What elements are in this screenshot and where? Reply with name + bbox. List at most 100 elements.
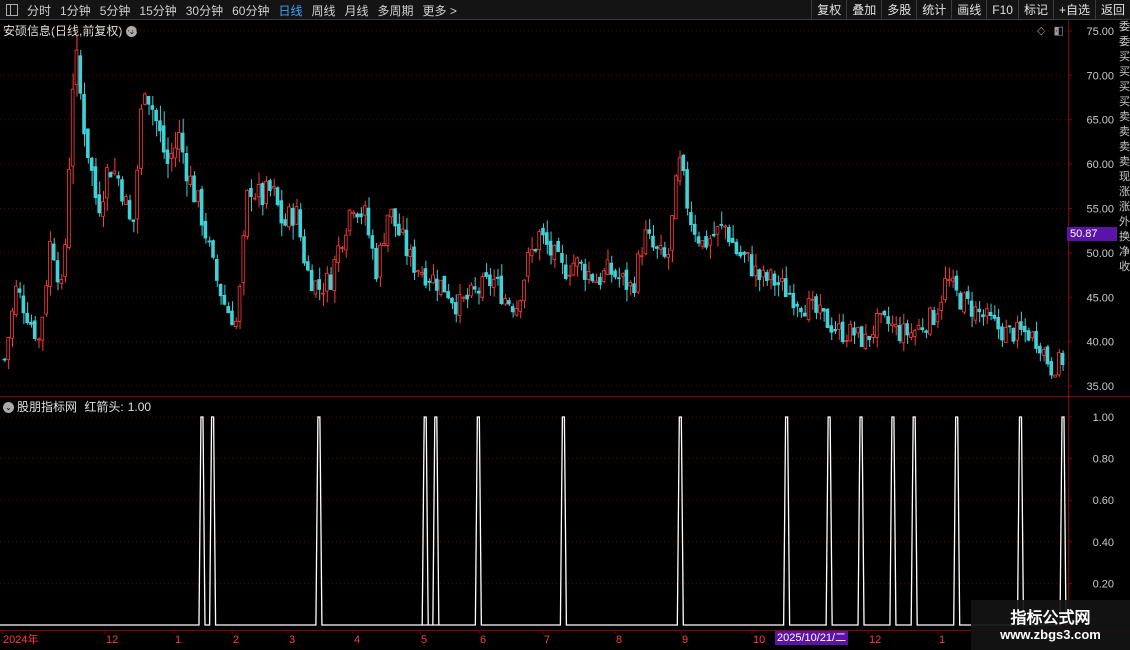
candle-body (381, 243, 386, 246)
candle-body (48, 241, 52, 287)
candle-body (537, 231, 541, 250)
candle-body (340, 247, 344, 250)
candle-body (108, 172, 113, 178)
candle-body (874, 313, 879, 338)
side-panel-char: 委 (1119, 21, 1130, 33)
toolbar-button-8[interactable]: 返回 (1094, 0, 1130, 20)
candle-body (647, 229, 651, 234)
price-tick-label: 55.00 (1086, 204, 1114, 216)
toolbar-button-2[interactable]: 多股 (881, 0, 916, 20)
candle-body (249, 187, 253, 198)
toolbar-button-0[interactable]: 复权 (811, 0, 846, 20)
period-tab-5[interactable]: 60分钟 (232, 2, 269, 19)
candle-body (491, 278, 496, 288)
period-tab-9[interactable]: 多周期 (378, 2, 414, 19)
x-axis-label: 2 (233, 634, 239, 646)
toolbar-button-6[interactable]: 标记 (1017, 0, 1053, 20)
candle-body (984, 308, 989, 317)
candle-body (17, 288, 22, 293)
candle-body (158, 120, 162, 132)
period-tab-7[interactable]: 周线 (311, 2, 335, 19)
candle-body (992, 314, 997, 319)
candle-body (465, 294, 469, 300)
candle-body (1000, 326, 1004, 341)
candle-body (260, 183, 265, 206)
candle-body (29, 321, 33, 325)
candle-body (947, 279, 951, 282)
side-panel-char: 涨 (1119, 201, 1130, 213)
candle-body (643, 229, 648, 254)
candle-body (2, 358, 7, 361)
candle-body (214, 258, 219, 281)
candle-body (275, 187, 280, 206)
candle-body (833, 329, 837, 332)
indicator-tick-label: 0.60 (1093, 495, 1114, 507)
candle-body (965, 291, 970, 299)
candle-body (306, 261, 310, 271)
period-tab-6[interactable]: 日线 (278, 2, 302, 19)
candle-body (366, 207, 371, 236)
candle-body (237, 286, 242, 322)
candle-body (184, 153, 189, 182)
candle-body (526, 252, 530, 277)
candle-body (514, 308, 519, 316)
candle-body (939, 301, 944, 311)
candle-body (488, 274, 492, 287)
candle-body (560, 253, 564, 263)
candle-body (1019, 321, 1023, 330)
candle-body (529, 248, 534, 257)
candle-body (279, 200, 284, 224)
candle-body (677, 157, 682, 182)
period-tab-3[interactable]: 15分钟 (139, 2, 176, 19)
candle-body (916, 324, 921, 330)
toolbar-button-7[interactable]: +自选 (1052, 0, 1095, 20)
candle-body (180, 132, 185, 153)
price-tick-label: 70.00 (1086, 70, 1114, 82)
candle-body (271, 186, 276, 189)
period-tab-8[interactable]: 月线 (345, 2, 369, 19)
window-menu-icon[interactable] (6, 4, 18, 16)
candle-body (742, 251, 746, 255)
candle-body (753, 265, 758, 277)
candle-body (890, 323, 894, 327)
indicator-tick-label: 0.40 (1093, 537, 1114, 549)
candle-body (950, 277, 955, 282)
toolbar-button-4[interactable]: 画线 (951, 0, 986, 20)
candle-body (302, 236, 306, 264)
candle-body (601, 270, 606, 282)
candle-body (981, 314, 985, 318)
candle-body (620, 273, 625, 277)
candle-body (954, 275, 959, 291)
candle-body (1049, 361, 1054, 376)
candle-body (844, 340, 849, 342)
watermark-brand: 指标公式网 (1010, 610, 1091, 627)
toolbar-button-5[interactable]: F10 (986, 0, 1018, 20)
candle-body (63, 244, 67, 277)
side-panel-char: 卖 (1119, 111, 1130, 123)
side-panel-char: 买 (1119, 96, 1130, 108)
period-tab-10[interactable]: 更多 > (423, 2, 457, 19)
candle-body (434, 278, 439, 291)
period-tab-1[interactable]: 1分钟 (60, 2, 91, 19)
x-axis-label: 10 (753, 634, 765, 646)
candle-body (207, 240, 212, 243)
indicator-menu-icon[interactable]: ⌄ (3, 402, 14, 414)
candle-body (632, 283, 636, 294)
candle-body (287, 206, 291, 228)
candle-body (404, 229, 409, 257)
candle-body (510, 306, 515, 313)
candle-body (757, 269, 761, 281)
candle-body (605, 259, 610, 275)
toolbar-button-3[interactable]: 统计 (916, 0, 951, 20)
period-tab-0[interactable]: 分时 (27, 2, 51, 19)
price-tick-label: 35.00 (1086, 381, 1114, 393)
candle-body (814, 296, 818, 313)
period-tab-4[interactable]: 30分钟 (186, 2, 223, 19)
toolbar-button-1[interactable]: 叠加 (846, 0, 881, 20)
candle-body (362, 205, 367, 216)
period-tab-2[interactable]: 5分钟 (100, 2, 131, 19)
candle-body (453, 302, 458, 315)
candle-body (423, 268, 428, 286)
candle-body (962, 292, 966, 313)
candle-body (131, 219, 136, 222)
